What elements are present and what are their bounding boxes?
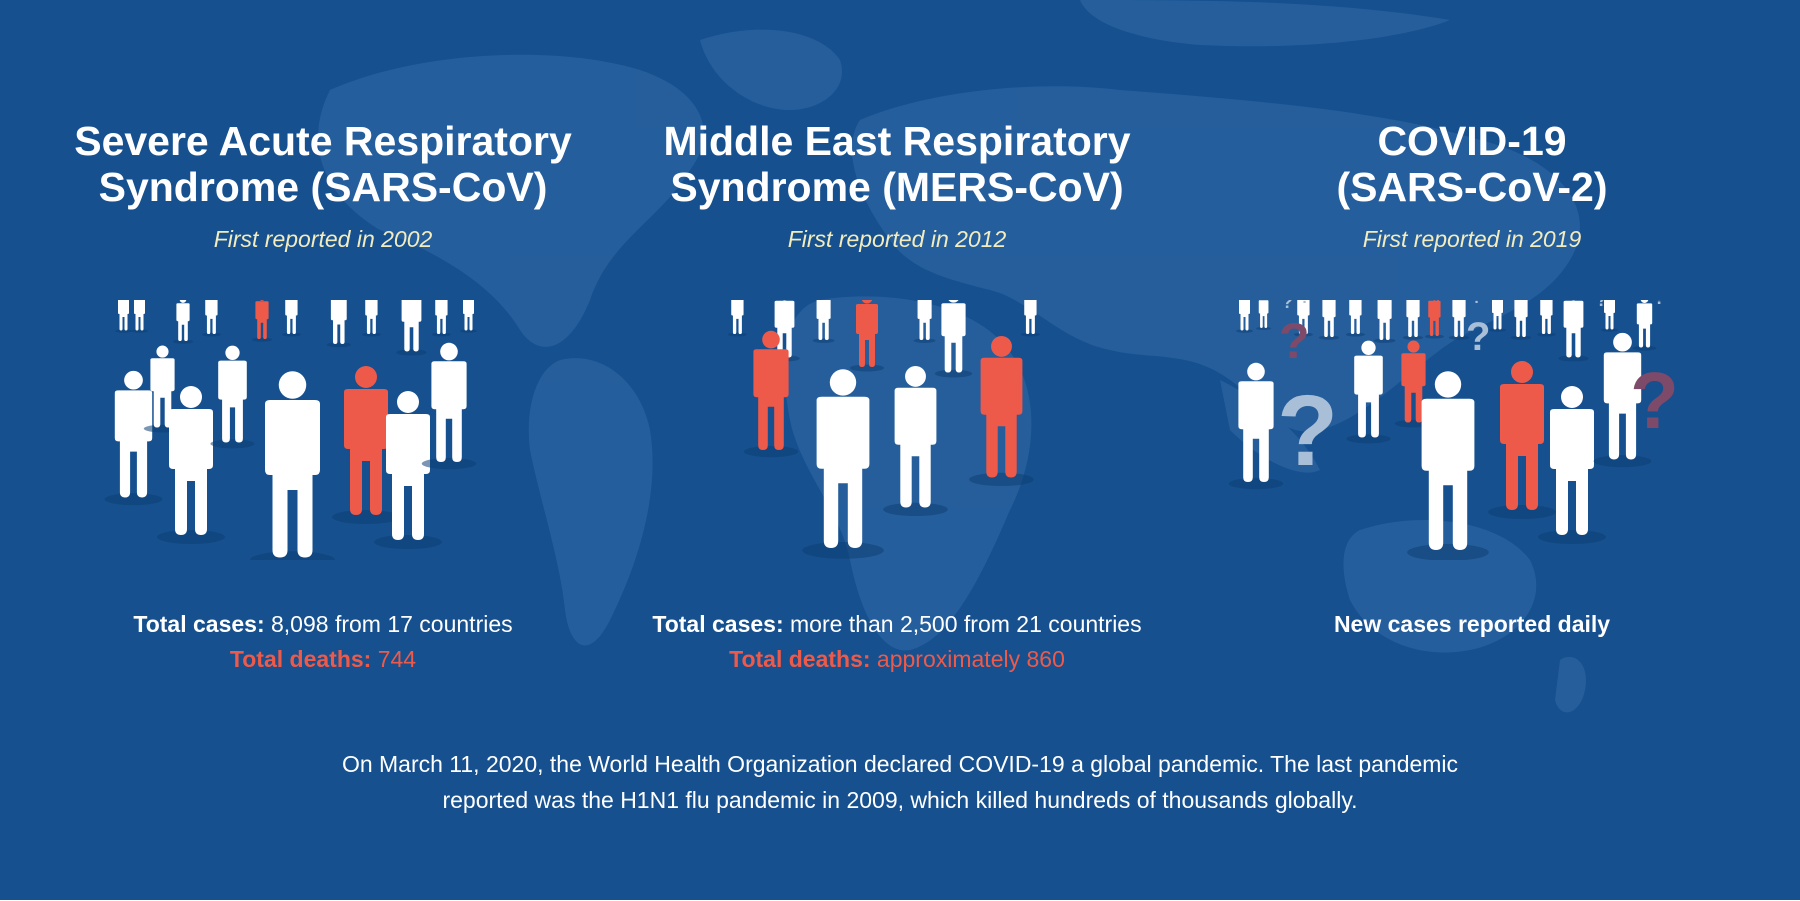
- infographic-canvas: Severe Acute Respiratory Syndrome (SARS-…: [0, 0, 1800, 900]
- sars-crowd-illustration: [104, 300, 477, 560]
- sars-deaths-label: Total deaths:: [229, 646, 372, 672]
- sars-stats: Total cases: 8,098 from 17 countries Tot…: [33, 607, 613, 677]
- mers-deaths: Total deaths: approximately 860: [607, 642, 1187, 677]
- mers-deaths-value: approximately 860: [870, 646, 1065, 672]
- covid-stats: New cases reported daily: [1182, 607, 1762, 642]
- sars-cases-value: 8,098 from 17 countries: [264, 611, 513, 637]
- svg-text:?: ?: [1279, 313, 1310, 369]
- mers-cases: Total cases: more than 2,500 from 21 cou…: [607, 607, 1187, 642]
- sars-title-line2: Syndrome (SARS-CoV): [98, 164, 548, 210]
- svg-text:?: ?: [1466, 315, 1490, 359]
- mers-stats: Total cases: more than 2,500 from 21 cou…: [607, 607, 1187, 677]
- svg-text:?: ?: [1277, 375, 1338, 487]
- sars-deaths-value: 744: [371, 646, 417, 672]
- footnote-line2: reported was the H1N1 flu pandemic in 20…: [442, 787, 1358, 813]
- mers-subtitle: First reported in 2012: [787, 226, 1007, 252]
- svg-text:?: ?: [1434, 300, 1443, 305]
- svg-text:?: ?: [1472, 300, 1482, 307]
- covid-cases: New cases reported daily: [1182, 607, 1762, 642]
- footnote-line1: On March 11, 2020, the World Health Orga…: [341, 751, 1459, 777]
- svg-text:?: ?: [1654, 300, 1665, 308]
- mers-title-line2: Syndrome (MERS-CoV): [670, 164, 1124, 210]
- svg-text:?: ?: [1630, 356, 1679, 445]
- covid-subtitle: First reported in 2019: [1362, 226, 1582, 252]
- sars-deaths: Total deaths: 744: [33, 642, 613, 677]
- mers-title-line1: Middle East Respiratory: [663, 118, 1131, 164]
- sars-cases-label: Total cases:: [133, 611, 265, 637]
- sars-cases: Total cases: 8,098 from 17 countries: [33, 607, 613, 642]
- footnote: On March 11, 2020, the World Health Orga…: [250, 746, 1550, 818]
- svg-text:?: ?: [1596, 300, 1607, 310]
- mers-cases-value: more than 2,500 from 21 countries: [783, 611, 1142, 637]
- mers-deaths-label: Total deaths:: [729, 646, 871, 672]
- sars-subtitle: First reported in 2002: [213, 226, 433, 252]
- person-icon: [115, 300, 132, 333]
- covid-cases-label: New cases reported daily: [1333, 611, 1611, 637]
- svg-text:?: ?: [1300, 300, 1310, 307]
- svg-text:?: ?: [1282, 300, 1293, 312]
- covid-crowd-illustration: ? ? ? ? ? ? ? ? ? ?: [1228, 300, 1679, 560]
- mers-crowd-illustration: [727, 300, 1040, 559]
- sars-title-line1: Severe Acute Respiratory: [74, 118, 572, 164]
- covid-title-line2: (SARS-CoV-2): [1336, 164, 1608, 210]
- sars-title: Severe Acute Respiratory Syndrome (SARS-…: [33, 118, 613, 210]
- mers-cases-label: Total cases:: [652, 611, 784, 637]
- covid-title: COVID-19 (SARS-CoV-2): [1182, 118, 1762, 210]
- covid-title-line1: COVID-19: [1377, 118, 1567, 164]
- mers-title: Middle East Respiratory Syndrome (MERS-C…: [607, 118, 1187, 210]
